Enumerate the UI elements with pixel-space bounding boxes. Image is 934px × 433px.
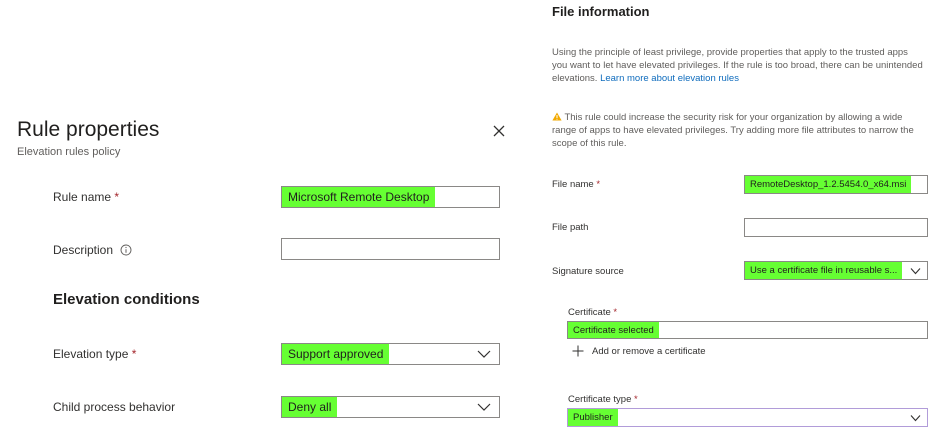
chevron-down-icon [910,414,921,421]
info-icon[interactable] [120,244,132,256]
child-process-dropdown[interactable]: Deny all [281,396,500,418]
file-path-label: File path [552,222,589,233]
certificate-value: Certificate selected [568,322,659,338]
panel-subtitle: Elevation rules policy [17,146,121,158]
certificate-type-dropdown[interactable]: Publisher [567,408,928,427]
required-marker: * [613,307,618,318]
chevron-down-icon [477,403,491,411]
close-icon[interactable] [490,122,508,140]
required-marker: * [131,347,137,361]
warning-message: This rule could increase the security ri… [552,112,914,149]
description-value [282,239,294,259]
file-name-label: File name * [552,179,601,190]
child-process-value: Deny all [282,397,338,417]
elevation-type-label: Elevation type * [53,347,137,361]
file-path-input[interactable] [744,218,928,237]
file-name-value: RemoteDesktop_1.2.5454.0_x64.msi [745,176,912,193]
required-marker: * [596,179,601,190]
intro-text: Using the principle of least privilege, … [552,47,923,84]
file-path-value [745,219,755,236]
required-marker: * [634,394,638,405]
certificate-type-value: Publisher [568,409,618,426]
file-info-title: File information [552,4,650,19]
child-process-label: Child process behavior [53,400,176,414]
certificate-input[interactable]: Certificate selected [567,321,928,339]
add-certificate-label: Add or remove a certificate [592,345,706,357]
warning-icon [552,112,562,121]
rule-name-input[interactable]: Microsoft Remote Desktop [281,186,500,208]
learn-more-link[interactable]: Learn more about elevation rules [600,73,739,84]
panel-title: Rule properties [17,118,160,141]
chevron-down-icon [477,350,491,358]
signature-source-value: Use a certificate file in reusable s... [745,262,903,279]
signature-source-label: Signature source [552,266,624,277]
chevron-down-icon [910,267,921,274]
elevation-type-dropdown[interactable]: Support approved [281,343,500,365]
required-marker: * [114,190,120,204]
description-label: Description [53,243,132,257]
certificate-label: Certificate * [568,307,618,318]
signature-source-dropdown[interactable]: Use a certificate file in reusable s... [744,261,928,280]
rule-name-label: Rule name * [53,190,120,204]
certificate-type-label: Certificate type * [568,394,638,405]
rule-name-value: Microsoft Remote Desktop [282,187,436,207]
file-name-input[interactable]: RemoteDesktop_1.2.5454.0_x64.msi [744,175,928,194]
plus-icon [572,345,584,357]
elevation-type-value: Support approved [282,344,390,364]
description-input[interactable] [281,238,500,260]
add-certificate-button[interactable]: Add or remove a certificate [572,345,706,357]
section-heading: Elevation conditions [53,291,200,308]
